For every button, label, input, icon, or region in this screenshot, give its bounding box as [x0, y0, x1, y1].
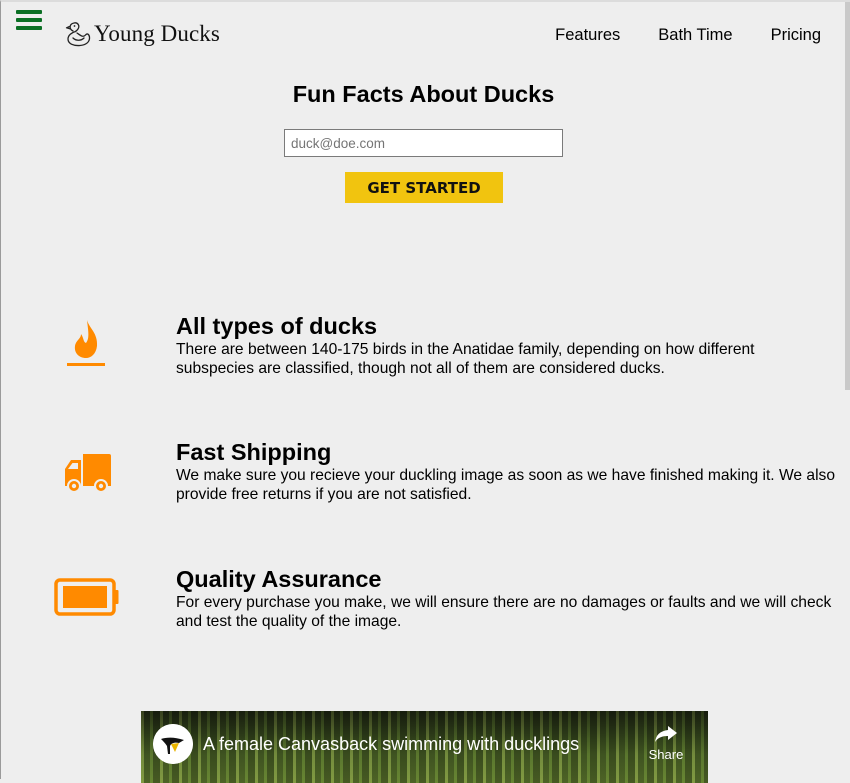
- scrollbar[interactable]: [845, 2, 850, 781]
- nav-link-features[interactable]: Features: [555, 26, 620, 45]
- page-title: Fun Facts About Ducks: [292, 81, 555, 107]
- email-input[interactable]: [284, 129, 563, 157]
- bird-logo-icon: [153, 724, 193, 764]
- nav-link-pricing[interactable]: Pricing: [771, 26, 821, 45]
- feature-title: Quality Assurance: [176, 566, 382, 592]
- get-started-button[interactable]: GET STARTED: [345, 172, 503, 203]
- channel-avatar[interactable]: [153, 724, 193, 764]
- battery-icon: [54, 578, 119, 616]
- share-label: Share: [648, 747, 684, 762]
- fire-icon: [67, 320, 105, 366]
- feature-description: For every purchase you make, we will ens…: [176, 594, 832, 630]
- share-button[interactable]: Share: [645, 725, 687, 762]
- feature-description: There are between 140-175 birds in the A…: [176, 341, 755, 377]
- feature-description: We make sure you recieve your duckling i…: [176, 467, 836, 503]
- scrollbar-thumb[interactable]: [845, 2, 850, 390]
- nav-link-bath-time[interactable]: Bath Time: [658, 26, 732, 45]
- rubber-duck-icon: [65, 22, 91, 47]
- share-arrow-icon: [655, 726, 677, 742]
- brand-name: Young Ducks: [94, 21, 220, 46]
- truck-icon: [65, 454, 111, 493]
- feature-title: All types of ducks: [176, 313, 378, 339]
- brand-logo[interactable]: Young Ducks: [64, 20, 220, 48]
- video-title[interactable]: A female Canvasback swimming with duckli…: [203, 734, 579, 755]
- hamburger-menu-icon[interactable]: [16, 10, 42, 30]
- video-embed[interactable]: A female Canvasback swimming with duckli…: [141, 711, 708, 783]
- feature-title: Fast Shipping: [176, 439, 332, 465]
- top-nav: Features Bath Time Pricing: [555, 26, 821, 45]
